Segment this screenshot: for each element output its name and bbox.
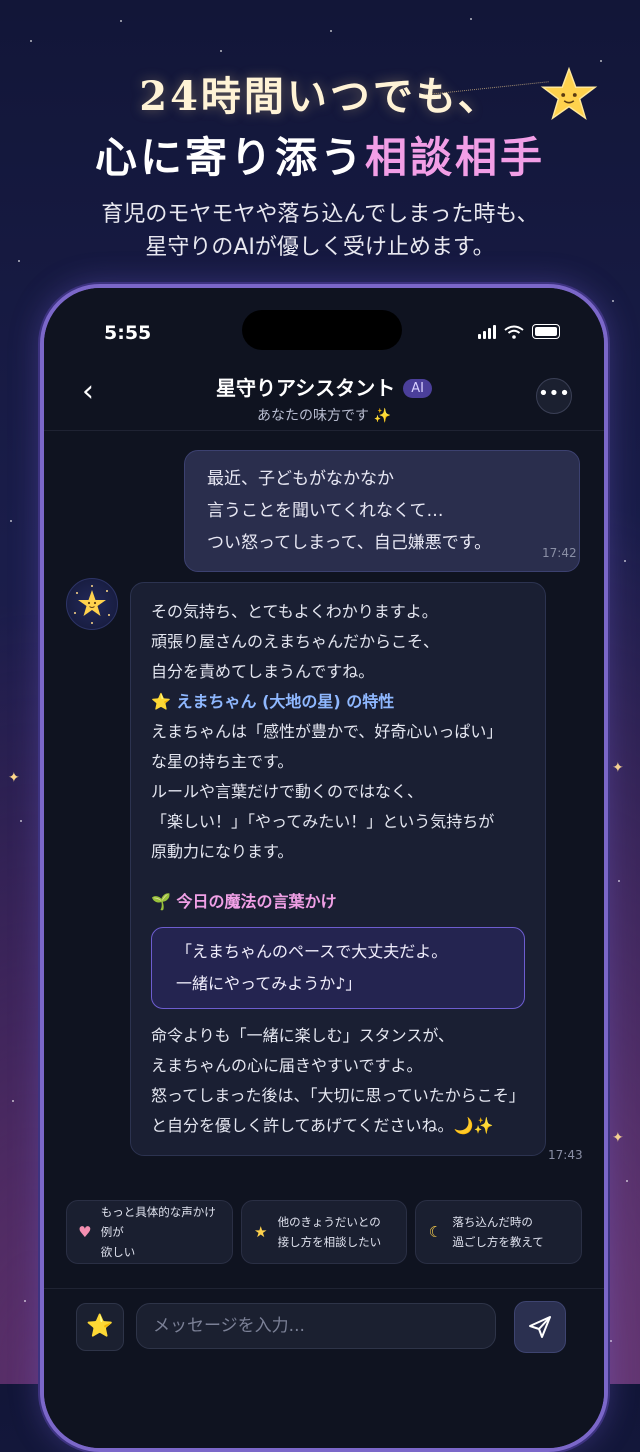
suggestion-chip-feeling-down[interactable]: ☾ 落ち込んだ時の 過ごし方を教えて xyxy=(415,1200,583,1264)
chip-label-line: 過ごし方を教えて xyxy=(452,1235,544,1249)
user-message-time: 17:42 xyxy=(542,546,577,560)
section-trait-title: えまちゃん (大地の星) の特性 xyxy=(176,692,395,711)
assistant-avatar xyxy=(66,578,118,630)
chip-label-line: もっと具体的な声かけ例が xyxy=(100,1205,216,1239)
hero-subtitle-line1: 育児のモヤモヤや落ち込んでしまった時も、 xyxy=(101,202,539,227)
ai-closing-line: と自分を優しく許してあげてくださいね。🌙✨ xyxy=(151,1116,494,1135)
magic-words-box: 「えまちゃんのペースで大丈夫だよ。 一緒にやってみようか♪」 xyxy=(151,927,525,1009)
chip-label-line: 落ち込んだ時の xyxy=(452,1215,533,1229)
sparkle-icon: ✦ xyxy=(612,1130,624,1146)
wifi-icon xyxy=(504,325,524,339)
suggestion-chip-examples[interactable]: ♥ もっと具体的な声かけ例が 欲しい xyxy=(66,1200,233,1264)
ai-trait-line: な星の持ち主です。 xyxy=(151,752,294,771)
sparkle-icon: ✦ xyxy=(612,760,624,776)
chip-label-line: 欲しい xyxy=(100,1245,136,1259)
user-message-bubble: 最近、子どもがなかなか 言うことを聞いてくれなくて… つい怒ってしまって、自己嫌… xyxy=(184,450,580,572)
moon-icon: ☾ xyxy=(428,1223,443,1241)
star-icon: ★ xyxy=(253,1223,268,1241)
section-magic-heading: 🌱 今日の魔法の言葉かけ xyxy=(151,887,525,917)
ai-closing-line: 怒ってしまった後は、「大切に思っていたからこそ」 xyxy=(151,1086,525,1105)
chat-subtitle: あなたの味方です ✨ xyxy=(257,408,391,424)
user-message-line: 言うことを聞いてくれなくて… xyxy=(207,501,444,521)
phone-frame: 5:55 ‹ 星守りアシスタント AI あなたの味方です ✨ ••• 最近、子ども… xyxy=(40,284,608,1452)
chip-label: 他のきょうだいとの 接し方を相談したい xyxy=(278,1212,382,1252)
user-message-line: 最近、子どもがなかなか xyxy=(207,469,394,489)
chip-label: もっと具体的な声かけ例が 欲しい xyxy=(101,1202,222,1262)
star-button[interactable]: ⭐ xyxy=(76,1303,124,1351)
hero-title-prefix: 心に寄り添う xyxy=(94,133,365,182)
hero-title-line2: 心に寄り添う相談相手 xyxy=(0,124,640,185)
ai-badge: AI xyxy=(403,379,432,398)
ai-intro-line: 自分を責めてしまうんですね。 xyxy=(151,662,375,681)
chat-header: ‹ 星守りアシスタント AI あなたの味方です ✨ ••• xyxy=(44,358,604,431)
dynamic-island xyxy=(242,310,402,350)
ai-trait-line: ルールや言葉だけで動くのではなく、 xyxy=(151,782,424,801)
chip-label-line: 他のきょうだいとの xyxy=(277,1215,381,1229)
status-icons xyxy=(478,324,560,339)
status-time: 5:55 xyxy=(104,322,152,344)
heart-icon: ♥ xyxy=(78,1223,92,1241)
seedling-icon: 🌱 xyxy=(151,892,171,911)
more-options-button[interactable]: ••• xyxy=(536,378,572,414)
hero-subtitle-line2: 星守りのAIが優しく受け止めます。 xyxy=(145,235,495,260)
star-avatar-icon xyxy=(74,585,110,624)
ai-trait-line: 原動力になります。 xyxy=(151,842,294,861)
send-icon xyxy=(529,1316,551,1338)
section-magic-title: 今日の魔法の言葉かけ xyxy=(176,892,337,911)
message-input[interactable] xyxy=(136,1303,496,1349)
chip-label: 落ち込んだ時の 過ごし方を教えて xyxy=(452,1212,543,1252)
magic-words-line: 「えまちゃんのペースで大丈夫だよ。 xyxy=(176,942,448,961)
suggestion-chip-siblings[interactable]: ★ 他のきょうだいとの 接し方を相談したい xyxy=(240,1200,408,1264)
ai-intro-line: その気持ち、とてもよくわかりますよ。 xyxy=(151,602,438,621)
chip-label-line: 接し方を相談したい xyxy=(277,1235,382,1249)
send-button[interactable] xyxy=(514,1301,566,1353)
ai-intro-line: 頑張り屋さんのえまちゃんだからこそ、 xyxy=(151,632,440,651)
sparkle-icon: ✦ xyxy=(8,770,20,786)
hero-title-line1: 24時間いつでも、 xyxy=(139,73,501,120)
ai-closing-line: えまちゃんの心に届きやすいですよ。 xyxy=(151,1056,423,1075)
ai-trait-line: 「楽しい！」「やってみたい！」という気持ちが xyxy=(151,812,495,831)
message-input-bar: ⭐ xyxy=(44,1288,604,1369)
ai-trait-line: えまちゃんは「感性が豊かで、好奇心いっぱい」 xyxy=(151,722,503,741)
hero-title-accent: 相談相手 xyxy=(365,133,546,182)
chat-screen: 5:55 ‹ 星守りアシスタント AI あなたの味方です ✨ ••• 最近、子ども… xyxy=(44,288,604,1448)
magic-words-line: 一緒にやってみようか♪」 xyxy=(176,974,362,993)
battery-icon xyxy=(532,324,560,339)
assistant-message-bubble: その気持ち、とてもよくわかりますよ。 頑張り屋さんのえまちゃんだからこそ、 自分… xyxy=(130,582,546,1156)
assistant-message-time: 17:43 xyxy=(548,1148,583,1162)
signal-icon xyxy=(478,324,496,339)
user-message-line: つい怒ってしまって、自己嫌悪です。 xyxy=(207,533,492,553)
ai-closing-line: 命令よりも「一緒に楽しむ」スタンスが、 xyxy=(151,1026,455,1045)
hero-subtitle: 育児のモヤモヤや落ち込んでしまった時も、 星守りのAIが優しく受け止めます。 xyxy=(0,198,640,264)
header-title-group: 星守りアシスタント AI あなたの味方です ✨ xyxy=(44,372,604,425)
suggestion-chips: ♥ もっと具体的な声かけ例が 欲しい ★ 他のきょうだいとの 接し方を相談したい… xyxy=(66,1200,583,1264)
star-icon: ⭐ xyxy=(151,692,171,711)
chat-title: 星守りアシスタント xyxy=(216,376,396,400)
section-trait-heading: ⭐ えまちゃん (大地の星) の特性 xyxy=(151,687,525,717)
